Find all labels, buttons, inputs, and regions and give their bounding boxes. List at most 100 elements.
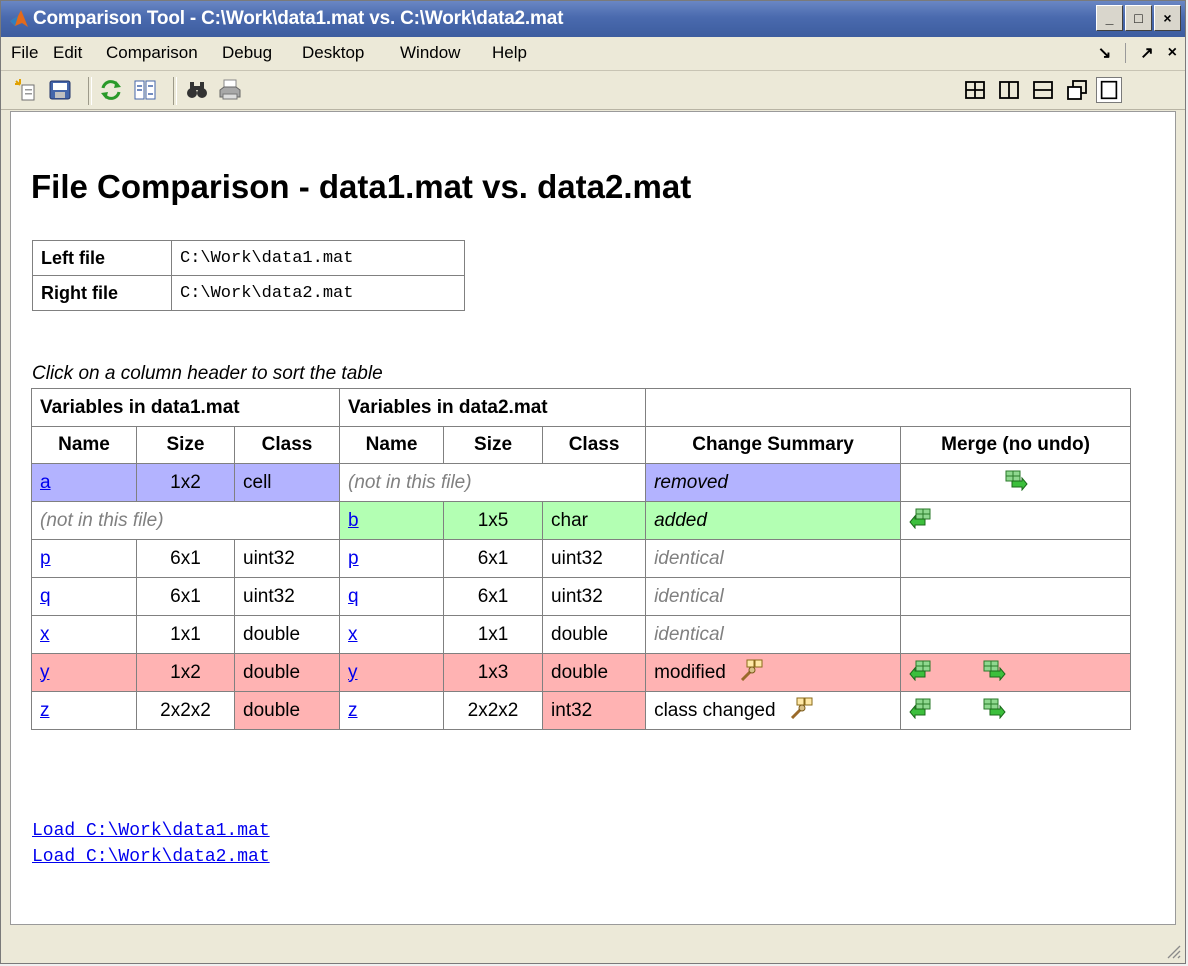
maximize-layout-icon[interactable] [1096, 77, 1122, 103]
variable-link[interactable]: q [40, 586, 51, 607]
right-size-cell: 1x1 [443, 615, 544, 654]
right-size-cell: 6x1 [443, 577, 544, 616]
column-header-merge[interactable]: Merge (no undo) [900, 426, 1132, 464]
table-row-a: a 1x2 cell (not in this file) removed [31, 463, 1132, 502]
right-size-cell: 2x2x2 [443, 691, 544, 730]
right-file-row: Right file C:\Work\data2.mat [32, 275, 465, 311]
group-header-right[interactable]: Variables in data2.mat [339, 388, 647, 427]
menu-debug[interactable]: Debug [222, 43, 272, 63]
right-name-cell: z [339, 691, 445, 730]
undock-button[interactable]: ↗ [1140, 43, 1153, 63]
column-header-right-name[interactable]: Name [339, 426, 445, 464]
close-panel-button[interactable]: × [1168, 44, 1177, 62]
right-class-cell: uint32 [542, 577, 647, 616]
merge-left-icon[interactable] [909, 659, 933, 687]
title-bar[interactable]: Comparison Tool - C:\Work\data1.mat vs. … [1, 1, 1185, 37]
variable-link[interactable]: x [348, 624, 358, 645]
compare-details-icon[interactable] [739, 659, 765, 687]
top-bottom-layout-icon[interactable] [1030, 77, 1056, 103]
table-row-b: (not in this file) b 1x5 char added [30, 501, 1132, 540]
load-left-file-link[interactable]: Load C:\Work\data1.mat [32, 818, 270, 844]
menu-help[interactable]: Help [492, 43, 527, 63]
merge-cell [900, 615, 1132, 654]
merge-right-icon[interactable] [982, 659, 1006, 687]
right-name-cell: x [339, 615, 445, 654]
menu-file[interactable]: File [11, 43, 38, 63]
left-class-cell: uint32 [233, 539, 341, 578]
column-header-right-size[interactable]: Size [443, 426, 544, 464]
left-class-cell: cell [233, 463, 341, 502]
resize-grip-icon[interactable] [1165, 943, 1181, 959]
menu-window[interactable]: Window [400, 43, 460, 63]
column-header-right-class[interactable]: Class [542, 426, 647, 464]
variable-link[interactable]: z [348, 700, 358, 721]
right-class-cell: int32 [542, 691, 647, 730]
maximize-button[interactable]: □ [1125, 5, 1152, 31]
left-class-cell: double [233, 653, 341, 692]
merge-cell [900, 577, 1132, 616]
merge-left-icon[interactable] [909, 697, 933, 725]
find-icon[interactable] [184, 77, 210, 103]
left-right-layout-icon[interactable] [996, 77, 1022, 103]
right-size-cell: 1x3 [443, 653, 544, 692]
close-button[interactable]: × [1154, 5, 1181, 31]
change-summary-text: modified [654, 661, 726, 683]
change-summary-cell: modified [645, 653, 902, 692]
report-panel: File Comparison - data1.mat vs. data2.ma… [10, 111, 1176, 925]
tile-layout-icon[interactable] [962, 77, 988, 103]
merge-left-icon[interactable] [909, 507, 933, 535]
column-header-change-summary[interactable]: Change Summary [645, 426, 902, 464]
minimize-button[interactable]: _ [1096, 5, 1123, 31]
group-header-empty [645, 388, 1132, 427]
variable-link[interactable]: p [348, 548, 359, 569]
left-size-cell: 1x2 [136, 463, 235, 502]
change-summary-cell: identical [645, 539, 902, 578]
left-class-cell: double [233, 615, 341, 654]
toolbar-separator [173, 77, 177, 105]
toolbar [1, 71, 1185, 110]
change-summary-text: class changed [654, 699, 776, 721]
left-name-cell: y [31, 653, 137, 692]
column-header-left-name[interactable]: Name [31, 426, 137, 464]
change-summary-cell: identical [645, 577, 902, 616]
new-comparison-icon[interactable] [13, 77, 39, 103]
column-header-left-class[interactable]: Class [233, 426, 341, 464]
merge-right-icon[interactable] [982, 697, 1006, 725]
variable-link[interactable]: z [40, 700, 50, 721]
variable-link[interactable]: y [40, 662, 50, 683]
float-layout-icon[interactable] [1064, 77, 1090, 103]
right-name-cell: q [339, 577, 445, 616]
variable-link[interactable]: x [40, 624, 50, 645]
save-icon[interactable] [47, 77, 73, 103]
load-right-file-link[interactable]: Load C:\Work\data2.mat [32, 844, 270, 870]
compare-details-icon[interactable] [789, 697, 815, 725]
column-header-left-size[interactable]: Size [136, 426, 235, 464]
dock-button[interactable]: ↘ [1098, 43, 1111, 63]
menu-desktop[interactable]: Desktop [302, 43, 364, 63]
merge-right-icon[interactable] [1004, 469, 1028, 497]
file-info-table: Left file C:\Work\data1.mat Right file C… [32, 240, 465, 311]
refresh-icon[interactable] [98, 77, 124, 103]
variable-link[interactable]: a [40, 472, 51, 493]
right-class-cell: char [542, 501, 647, 540]
right-name-cell: y [339, 653, 445, 692]
comparison-table: Variables in data1.mat Variables in data… [30, 388, 1132, 730]
variable-link[interactable]: p [40, 548, 51, 569]
variable-link[interactable]: q [348, 586, 359, 607]
print-icon[interactable] [217, 77, 243, 103]
variable-link[interactable]: b [348, 510, 359, 531]
left-name-cell: x [31, 615, 137, 654]
swap-sides-icon[interactable] [132, 77, 158, 103]
right-class-cell: double [542, 653, 647, 692]
window-title: Comparison Tool - C:\Work\data1.mat vs. … [33, 8, 564, 29]
right-file-label: Right file [32, 275, 172, 311]
group-header-left[interactable]: Variables in data1.mat [30, 388, 341, 427]
right-name-cell: b [339, 501, 445, 540]
left-size-cell: 6x1 [136, 539, 235, 578]
menu-comparison[interactable]: Comparison [106, 43, 198, 63]
variable-link[interactable]: y [348, 662, 358, 683]
right-size-cell: 1x5 [443, 501, 544, 540]
table-row-p: p 6x1 uint32 p 6x1 uint32 identical [31, 539, 1132, 578]
right-size-cell: 6x1 [443, 539, 544, 578]
menu-edit[interactable]: Edit [53, 43, 82, 63]
